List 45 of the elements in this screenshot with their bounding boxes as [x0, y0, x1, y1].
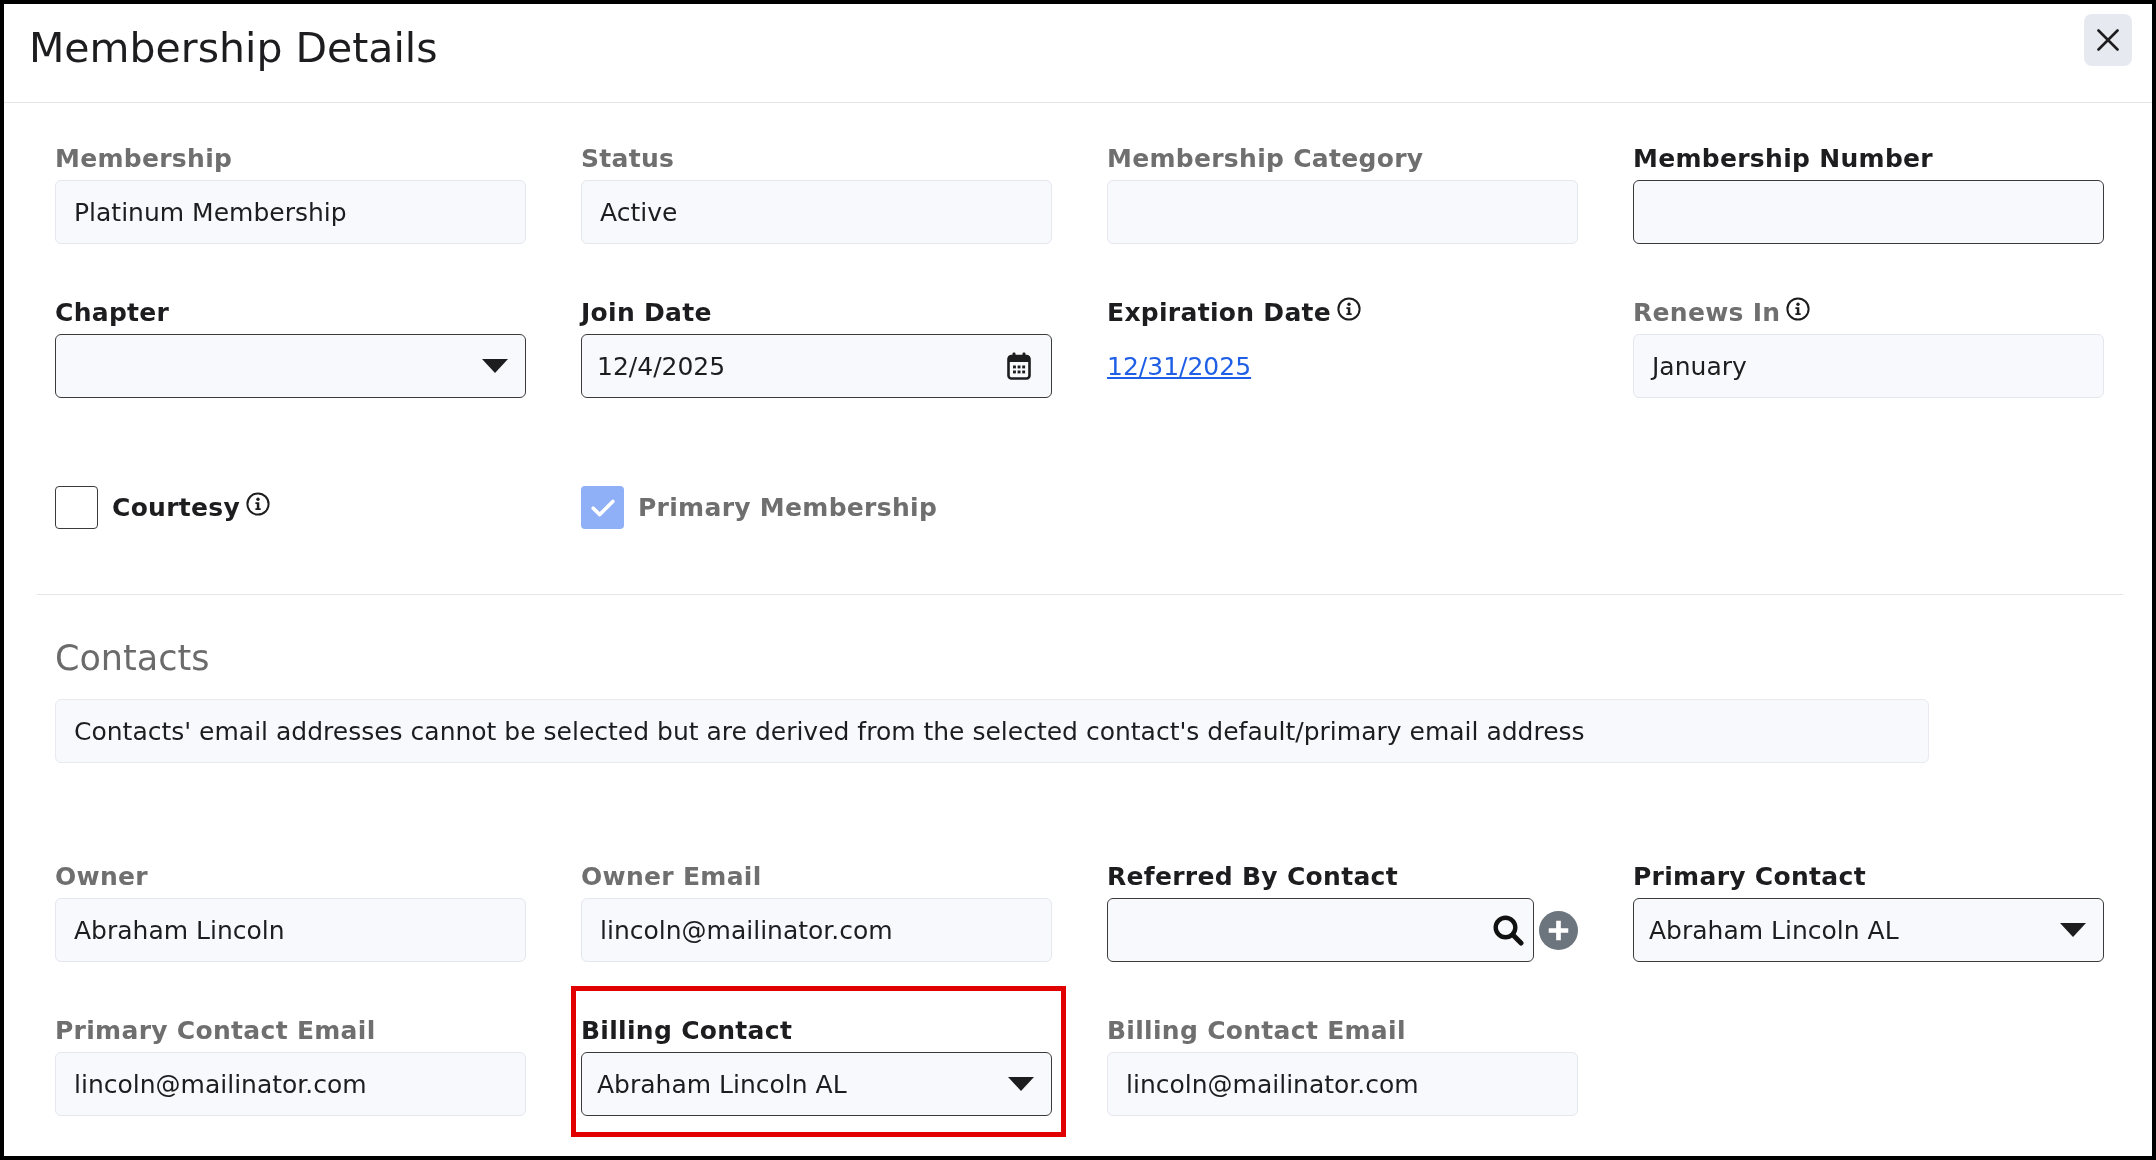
field-label: Join Date	[581, 297, 712, 329]
field-label: Membership	[55, 143, 233, 175]
checkbox[interactable]	[55, 486, 98, 529]
field-label: Owner	[55, 861, 148, 893]
dropdown[interactable]: Abraham Lincoln AL	[581, 1052, 1052, 1116]
close-button[interactable]	[2084, 14, 2132, 66]
field-label: Membership Category	[1107, 143, 1424, 175]
date-link[interactable]: 12/31/2025	[1107, 351, 1252, 381]
field-label: Billing Contact	[581, 1015, 793, 1047]
readonly-field: lincoln@mailinator.com	[55, 1052, 526, 1116]
field-label: Renews In	[1633, 297, 1781, 329]
field-label: Membership Number	[1633, 143, 1933, 175]
field-label: Primary Contact Email	[55, 1015, 376, 1047]
field-label: Status	[581, 143, 675, 175]
caret-down-icon	[1008, 1077, 1034, 1091]
check-icon	[590, 498, 615, 517]
readonly-field: Active	[581, 180, 1052, 244]
plus-circle-icon	[1539, 910, 1578, 950]
field-label: Billing Contact Email	[1107, 1015, 1406, 1047]
info-notice: Contacts' email addresses cannot be selected but are derived from the selected contact's default/primary email address	[55, 699, 1929, 763]
readonly-field: January	[1633, 334, 2104, 398]
field-label: Owner Email	[581, 861, 762, 893]
dropdown[interactable]	[55, 334, 526, 398]
section-heading: Contacts	[55, 637, 210, 679]
field-label: Primary Contact	[1633, 861, 1866, 893]
input-field[interactable]	[1633, 180, 2104, 244]
search-field[interactable]	[1107, 898, 1534, 962]
readonly-field: lincoln@mailinator.com	[1107, 1052, 1578, 1116]
close-icon	[2097, 29, 2119, 51]
field-label: Chapter	[55, 297, 170, 329]
field-label: Referred By Contact	[1107, 861, 1398, 893]
dialog-title: Membership Details	[29, 23, 438, 73]
readonly-field: Platinum Membership	[55, 180, 526, 244]
search-icon	[1493, 914, 1524, 946]
calendar-icon	[1007, 352, 1031, 380]
date-field[interactable]: 12/4/2025	[581, 334, 1052, 398]
add-button[interactable]	[1539, 910, 1578, 950]
caret-down-icon	[482, 359, 508, 373]
readonly-field: Abraham Lincoln	[55, 898, 526, 962]
checkbox-label: Courtesy	[112, 491, 241, 524]
dropdown[interactable]: Abraham Lincoln AL	[1633, 898, 2104, 962]
field-label: Expiration Date	[1107, 297, 1332, 329]
caret-down-icon	[2060, 923, 2086, 937]
readonly-field: lincoln@mailinator.com	[581, 898, 1052, 962]
checkbox-label: Primary Membership	[638, 491, 938, 524]
